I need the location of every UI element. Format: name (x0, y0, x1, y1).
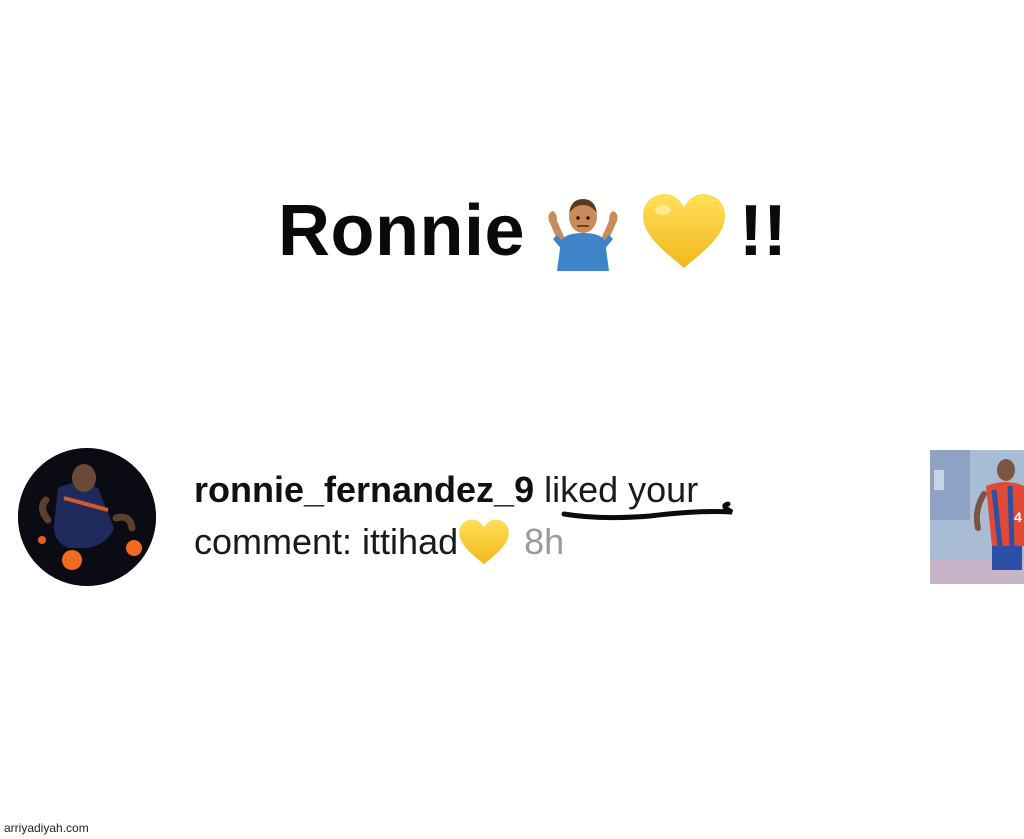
screenshot-canvas: Ronnie !! ronnie_fernandez_9 liked your … (0, 0, 1024, 839)
post-thumbnail[interactable]: 4 (930, 450, 1024, 584)
headline-exclamations: !! (738, 191, 787, 271)
comment-text: comment: ittihad (194, 521, 459, 562)
avatar[interactable] (18, 448, 156, 586)
svg-text:4: 4 (1014, 509, 1022, 525)
timestamp: 8h (524, 521, 565, 562)
username-link[interactable]: ronnie_fernandez_9 (194, 469, 534, 510)
profile-photo-icon (18, 448, 156, 586)
notification-row[interactable]: ronnie_fernandez_9 liked your comment: i… (0, 440, 1024, 600)
person-shrugging-icon (548, 199, 618, 271)
watermark: arriyadiyah.com (4, 821, 89, 835)
yellow-heart-icon (459, 519, 509, 565)
yellow-heart-icon (642, 194, 725, 268)
headline: Ronnie !! (278, 186, 787, 276)
post-thumbnail-icon: 4 (930, 450, 1024, 584)
headline-name: Ronnie (278, 191, 525, 271)
redaction-scribble (561, 501, 734, 521)
